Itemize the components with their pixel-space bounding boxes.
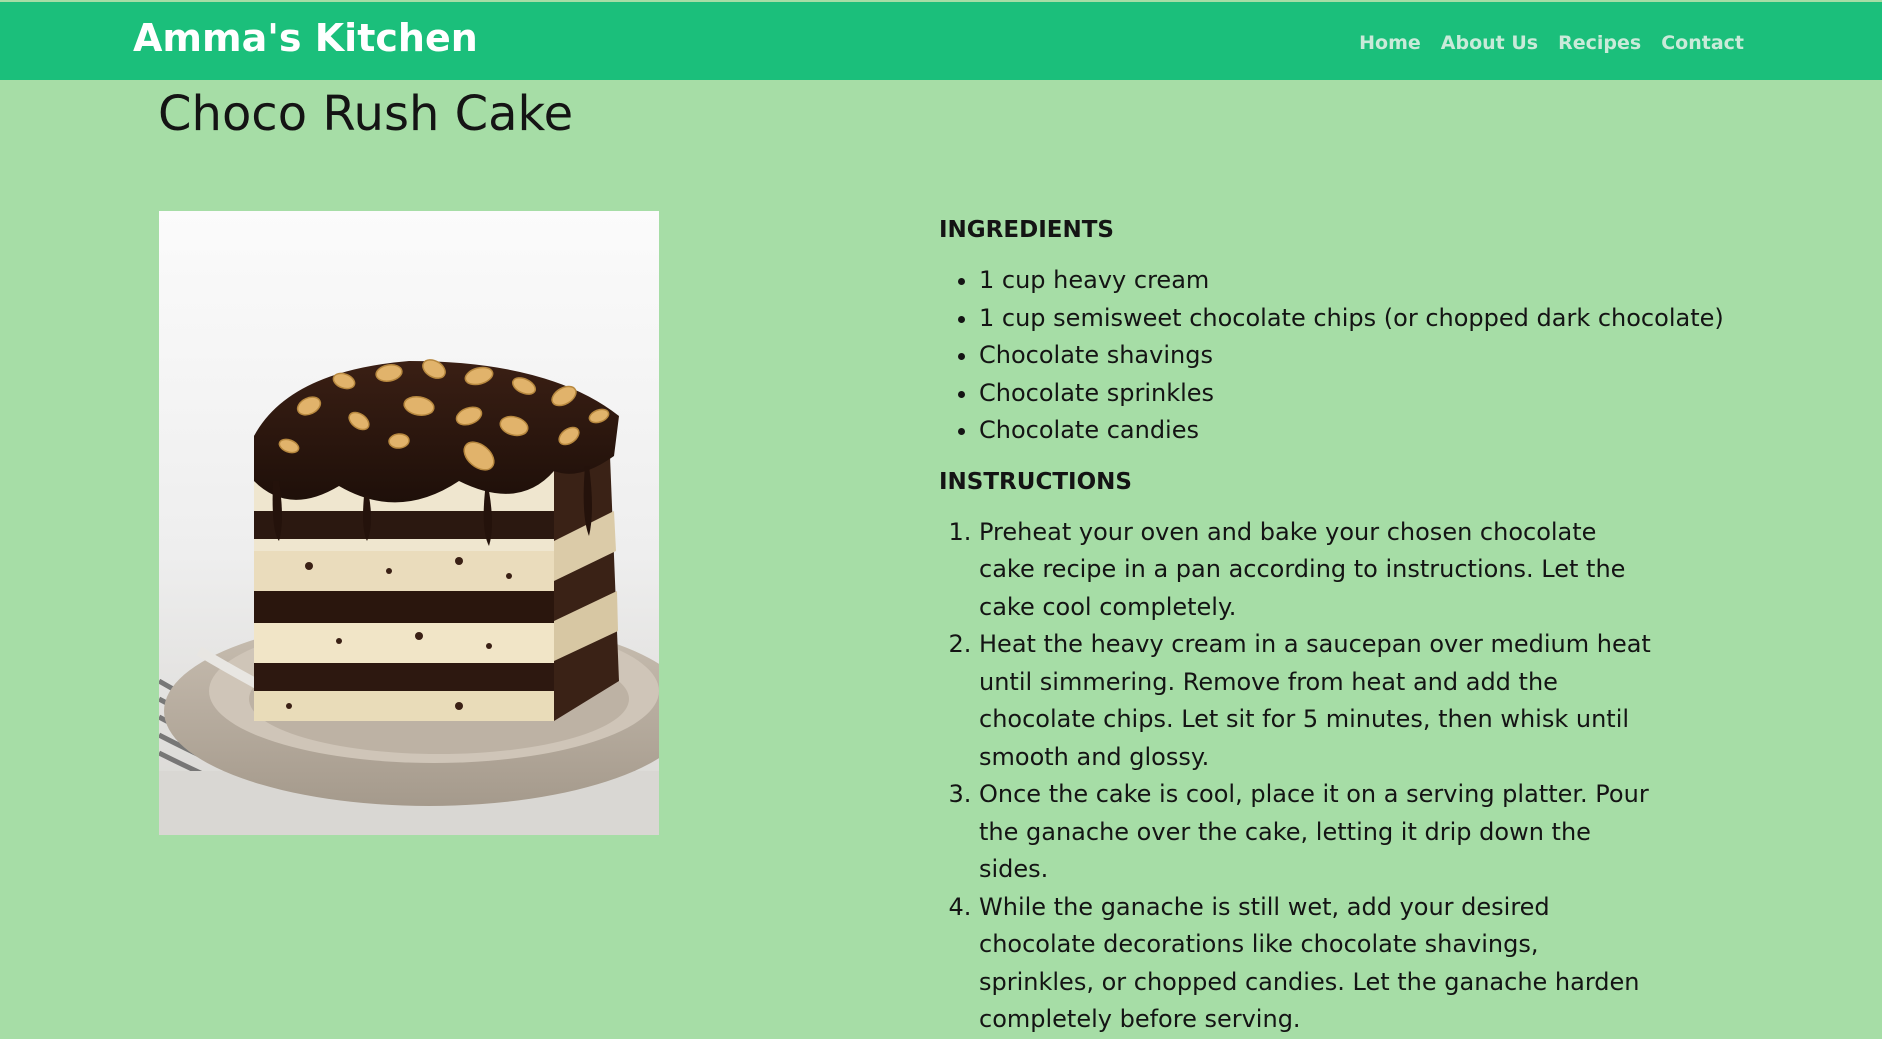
ingredient-item: Chocolate candies	[979, 412, 1699, 450]
ingredient-item: Chocolate sprinkles	[979, 375, 1699, 413]
recipe-content: INGREDIENTS 1 cup heavy cream 1 cup semi…	[939, 210, 1724, 1039]
nav-link-home[interactable]: Home	[1359, 32, 1421, 54]
instruction-step: Heat the heavy cream in a saucepan over …	[979, 626, 1659, 776]
ingredients-list: 1 cup heavy cream 1 cup semisweet chocol…	[939, 262, 1724, 450]
nav-links: Home About Us Recipes Contact	[1359, 32, 1744, 54]
instructions-list: Preheat your oven and bake your chosen c…	[939, 514, 1659, 1039]
instructions-heading: INSTRUCTIONS	[939, 468, 1132, 495]
recipe-title: Choco Rush Cake	[158, 86, 574, 142]
nav-link-recipes[interactable]: Recipes	[1558, 32, 1641, 54]
instruction-step: While the ganache is still wet, add your…	[979, 889, 1659, 1039]
ingredient-item: 1 cup heavy cream	[979, 262, 1699, 300]
ingredient-item: 1 cup semisweet chocolate chips (or chop…	[979, 300, 1724, 338]
instruction-step: Preheat your oven and bake your chosen c…	[979, 514, 1659, 627]
ingredients-heading: INGREDIENTS	[939, 217, 1114, 243]
nav-link-contact[interactable]: Contact	[1661, 32, 1744, 54]
brand-logo-text[interactable]: Amma's Kitchen	[133, 16, 478, 60]
ingredient-item: Chocolate shavings	[979, 337, 1699, 375]
cake-photo	[159, 211, 659, 835]
navbar: Amma's Kitchen Home About Us Recipes Con…	[0, 2, 1882, 80]
instruction-step: Once the cake is cool, place it on a ser…	[979, 776, 1659, 889]
nav-link-about-us[interactable]: About Us	[1441, 32, 1538, 54]
